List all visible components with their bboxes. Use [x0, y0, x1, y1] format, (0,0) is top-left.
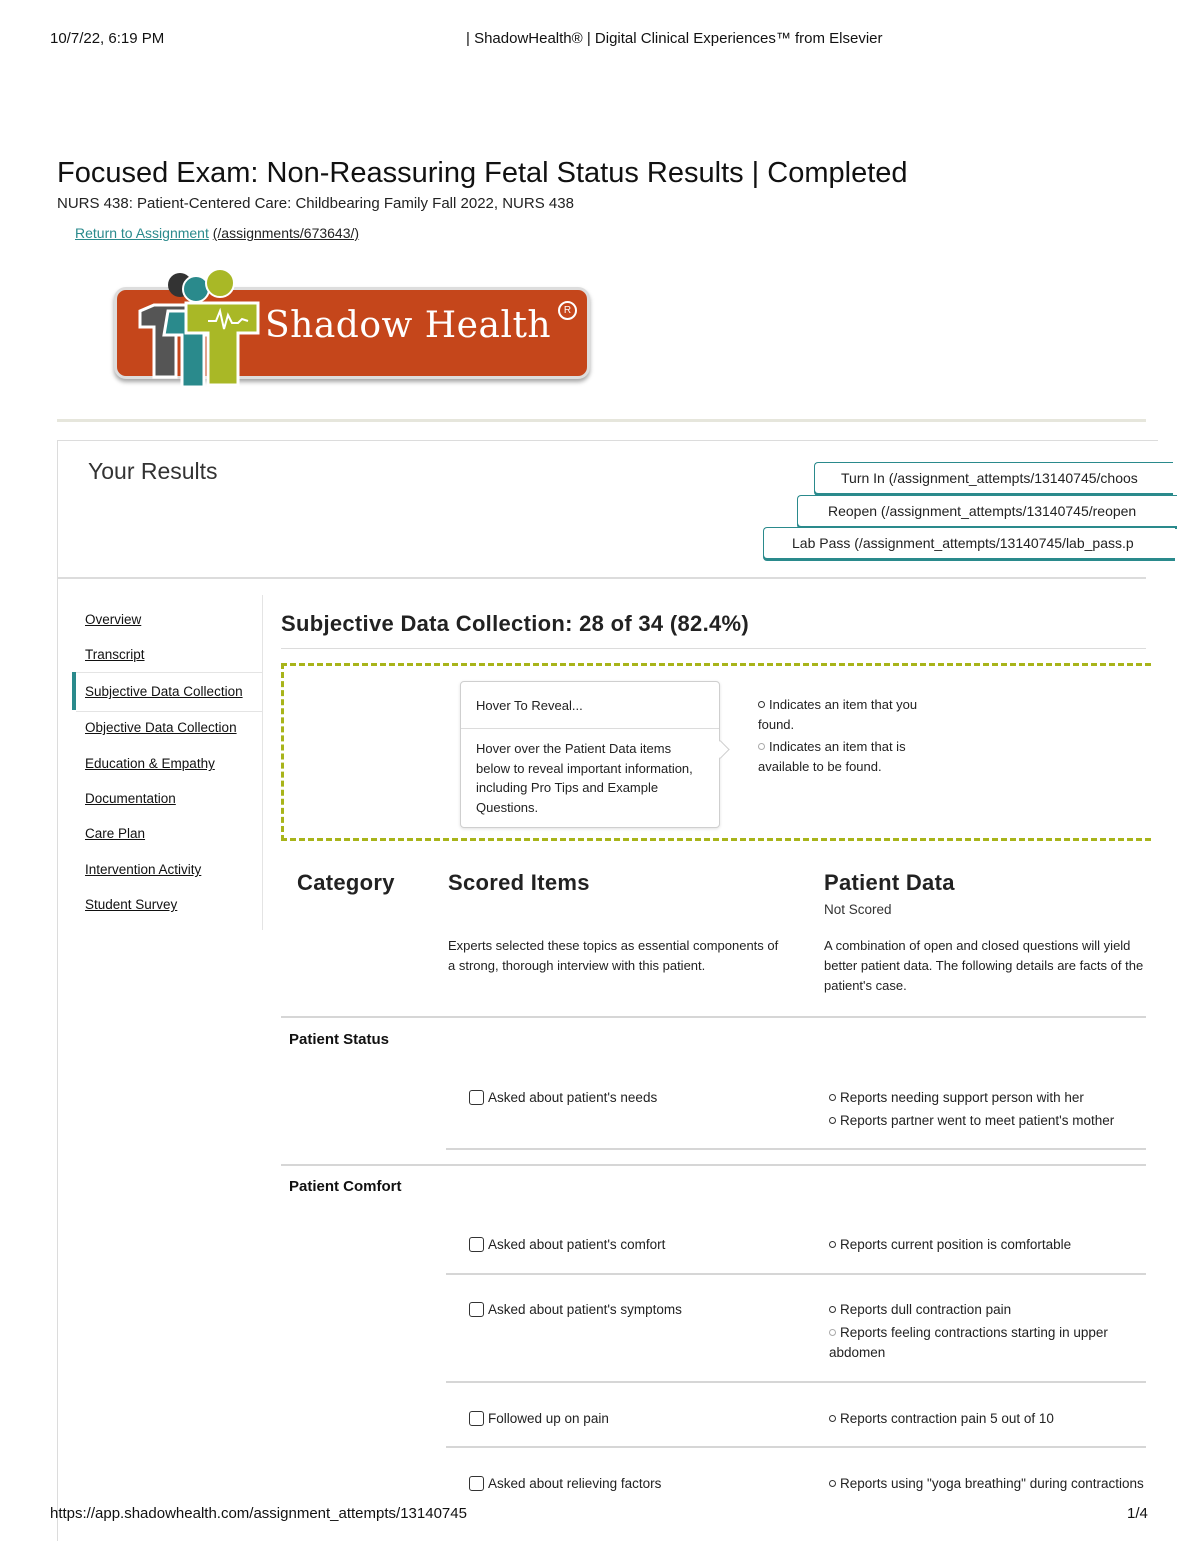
- scored-item: Asked about patient's comfort: [469, 1237, 665, 1252]
- patient-data-item[interactable]: Reports feeling contractions starting in…: [829, 1323, 1119, 1363]
- sidebar-item-student-survey[interactable]: Student Survey: [85, 897, 177, 912]
- sidebar-item-overview[interactable]: Overview: [85, 612, 141, 627]
- return-link-path: (/assignments/673643/): [212, 225, 360, 241]
- patient-data-description: A combination of open and closed questio…: [824, 938, 1144, 993]
- checkbox-icon: [469, 1090, 484, 1105]
- lab-pass-button[interactable]: Lab Pass (/assignment_attempts/13140745/…: [763, 527, 1175, 559]
- found-dot-icon: [829, 1306, 836, 1313]
- found-dot-icon: [829, 1241, 836, 1248]
- patient-data-text: Reports dull contraction pain: [840, 1302, 1012, 1317]
- sidebar-item-education-empathy[interactable]: Education & Empathy: [85, 756, 215, 771]
- divider: [281, 1016, 1146, 1018]
- hover-card-body: Hover over the Patient Data items below …: [476, 741, 693, 815]
- found-dot-icon: [829, 1094, 836, 1101]
- available-dot-icon: [758, 743, 765, 750]
- return-to-assignment-link[interactable]: Return to Assignment (/assignments/67364…: [75, 225, 359, 241]
- category-label: Patient Comfort: [289, 1178, 402, 1195]
- patient-data-item[interactable]: Reports needing support person with her: [829, 1088, 1129, 1108]
- found-dot-icon: [829, 1117, 836, 1124]
- found-dot-icon: [758, 701, 765, 708]
- hover-to-reveal-card: Hover To Reveal... Hover over the Patien…: [460, 681, 720, 828]
- scored-items-description: Experts selected these topics as essenti…: [448, 938, 779, 973]
- sidebar-item-objective-data-collection[interactable]: Objective Data Collection: [85, 720, 237, 735]
- legend-available-text: Indicates an item that is available to b…: [758, 739, 906, 774]
- found-dot-icon: [829, 1415, 836, 1422]
- patient-data-item[interactable]: Reports using "yoga breathing" during co…: [829, 1474, 1146, 1494]
- print-datetime: 10/7/22, 6:19 PM: [50, 30, 165, 47]
- divider: [446, 1381, 1146, 1383]
- not-scored-label: Not Scored: [824, 902, 892, 917]
- patient-data-text: Reports partner went to meet patient's m…: [840, 1113, 1115, 1128]
- scored-item-label: Asked about relieving factors: [488, 1476, 662, 1491]
- scored-item: Asked about patient's needs: [469, 1090, 657, 1105]
- patient-data-list: Reports dull contraction pain Reports fe…: [829, 1300, 1119, 1363]
- checkbox-icon: [469, 1237, 484, 1252]
- patient-data-list: Reports current position is comfortable: [829, 1235, 1129, 1255]
- page-title: Focused Exam: Non-Reassuring Fetal Statu…: [57, 157, 908, 189]
- divider: [446, 1273, 1146, 1275]
- patient-data-item[interactable]: Reports partner went to meet patient's m…: [829, 1111, 1129, 1131]
- divider: [281, 648, 1146, 649]
- legend-found-text: Indicates an item that you found.: [758, 697, 918, 732]
- available-dot-icon: [829, 1329, 836, 1336]
- shadow-health-logo: Shadow Health R: [110, 265, 590, 397]
- patient-data-list: Reports needing support person with her …: [829, 1088, 1129, 1131]
- checkbox-icon: [469, 1476, 484, 1491]
- scored-item: Asked about relieving factors: [469, 1476, 661, 1491]
- category-label: Patient Status: [289, 1031, 390, 1048]
- sidebar-active-indicator: [72, 672, 76, 710]
- patient-data-item[interactable]: Reports dull contraction pain: [829, 1300, 1119, 1320]
- turn-in-button[interactable]: Turn In (/assignment_attempts/13140745/c…: [814, 462, 1173, 494]
- patient-data-list: Reports contraction pain 5 out of 10: [829, 1409, 1129, 1429]
- divider: [446, 1148, 1146, 1150]
- course-name: NURS 438: Patient-Centered Care: Childbe…: [57, 195, 574, 212]
- print-footer-page: 1/4: [1127, 1505, 1148, 1522]
- patient-data-text: Reports needing support person with her: [840, 1090, 1084, 1105]
- divider: [57, 419, 1146, 422]
- patient-data-item[interactable]: Reports current position is comfortable: [829, 1235, 1129, 1255]
- legend-available: Indicates an item that is available to b…: [758, 737, 938, 777]
- column-header-patient-data: Patient Data: [824, 870, 955, 895]
- divider: [281, 1164, 1146, 1166]
- patient-data-text: Reports current position is comfortable: [840, 1237, 1072, 1252]
- print-title: | ShadowHealth® | Digital Clinical Exper…: [466, 30, 883, 47]
- divider: [446, 1446, 1146, 1448]
- checkbox-icon: [469, 1411, 484, 1426]
- divider: [461, 728, 719, 729]
- sidebar-item-subjective-data-collection[interactable]: Subjective Data Collection: [85, 684, 243, 699]
- registered-icon: R: [558, 301, 577, 320]
- scored-item-label: Asked about patient's comfort: [488, 1237, 666, 1252]
- reopen-button[interactable]: Reopen (/assignment_attempts/13140745/re…: [797, 495, 1177, 527]
- sidebar-item-documentation[interactable]: Documentation: [85, 791, 176, 806]
- logo-figures-icon: [138, 268, 260, 389]
- section-title: Subjective Data Collection: 28 of 34 (82…: [281, 611, 750, 636]
- patient-data-text: Reports contraction pain 5 out of 10: [840, 1411, 1054, 1426]
- patient-data-text: Reports using "yoga breathing" during co…: [840, 1476, 1144, 1491]
- checkbox-icon: [469, 1302, 484, 1317]
- scored-item: Followed up on pain: [469, 1411, 609, 1426]
- legend-found: Indicates an item that you found.: [758, 695, 938, 735]
- sidebar-item-care-plan[interactable]: Care Plan: [85, 826, 145, 841]
- column-header-scored-items: Scored Items: [448, 870, 590, 895]
- scored-item: Asked about patient's symptoms: [469, 1302, 682, 1317]
- logo-brand-text: Shadow Health: [265, 305, 552, 346]
- patient-data-list: Reports using "yoga breathing" during co…: [829, 1474, 1146, 1494]
- patient-data-text: Reports feeling contractions starting in…: [829, 1325, 1108, 1360]
- return-link-label[interactable]: Return to Assignment: [75, 225, 209, 241]
- patient-data-item[interactable]: Reports contraction pain 5 out of 10: [829, 1409, 1129, 1429]
- sidebar-item-intervention-activity[interactable]: Intervention Activity: [85, 862, 201, 877]
- hover-card-title: Hover To Reveal...: [476, 698, 583, 713]
- sidebar-item-transcript[interactable]: Transcript: [85, 647, 145, 662]
- scored-item-label: Asked about patient's symptoms: [488, 1302, 682, 1317]
- found-dot-icon: [829, 1480, 836, 1487]
- divider: [57, 577, 1146, 579]
- scored-item-label: Followed up on pain: [488, 1411, 609, 1426]
- scored-item-label: Asked about patient's needs: [488, 1090, 658, 1105]
- results-heading: Your Results: [88, 458, 218, 484]
- column-header-category: Category: [297, 870, 395, 895]
- print-footer-url: https://app.shadowhealth.com/assignment_…: [50, 1505, 467, 1522]
